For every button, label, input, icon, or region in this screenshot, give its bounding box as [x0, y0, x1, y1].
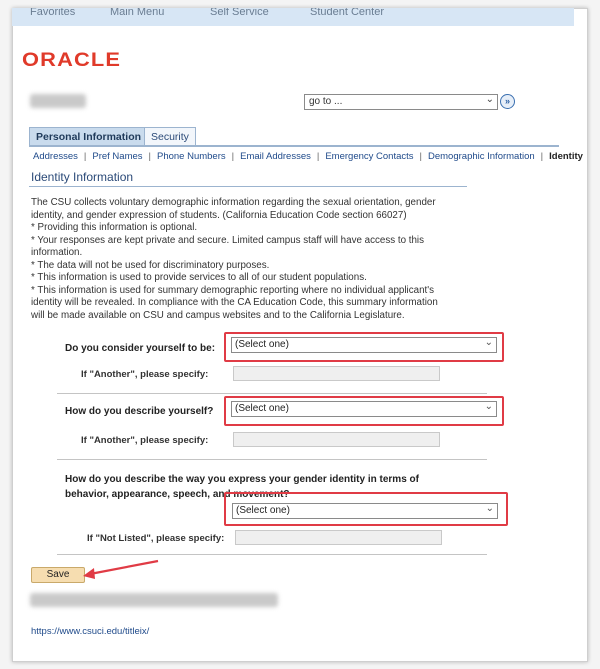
intro-line: * This information is used for summary d… [31, 284, 435, 296]
separator: | [148, 151, 151, 162]
intro-line: * Providing this information is optional… [31, 222, 198, 233]
goto-select-value: go to ... [309, 96, 343, 107]
subnav-identity-current: Identity [549, 151, 583, 162]
tab-security[interactable]: Security [144, 127, 196, 146]
question-1-label: Do you consider yourself to be: [65, 343, 216, 354]
nav-main-menu[interactable]: Main Menu [110, 8, 164, 18]
intro-paragraph: The CSU collects voluntary demographic i… [31, 197, 461, 322]
intro-line: information. [31, 247, 83, 258]
question-divider [57, 393, 487, 394]
question-3-select-value: (Select one) [236, 505, 290, 516]
question-divider [57, 459, 487, 460]
intro-line: * Your responses are kept private and se… [31, 234, 424, 246]
question-2-select-value: (Select one) [235, 403, 289, 414]
question-3-specify-label: If "Not Listed", please specify: [87, 533, 225, 544]
oracle-logo: ORACLE [22, 50, 122, 71]
section-divider [29, 186, 467, 187]
question-3-label-line1: How do you describe the way you express … [65, 474, 419, 485]
subnav-phone-numbers[interactable]: Phone Numbers [157, 151, 226, 162]
question-2-specify-label: If "Another", please specify: [81, 435, 209, 446]
intro-line: The CSU collects voluntary demographic i… [31, 197, 436, 208]
question-1-specify-input[interactable] [233, 366, 440, 381]
question-3-select[interactable]: (Select one) ⌄ [232, 503, 498, 519]
chevron-down-icon: ⌄ [485, 94, 494, 105]
question-3-specify-input[interactable] [235, 530, 442, 545]
intro-line: will be made available on CSU and campus… [31, 309, 405, 321]
section-title: Identity Information [31, 170, 134, 184]
double-chevron-right-icon[interactable]: » [500, 94, 515, 109]
separator: | [419, 151, 422, 162]
redacted-text [30, 593, 278, 607]
question-1-select-value: (Select one) [235, 339, 289, 350]
intro-line: * This information is used to provide se… [31, 272, 367, 283]
subnav-emergency-contacts[interactable]: Emergency Contacts [325, 151, 413, 162]
intro-line: identity will be revealed. In compliance… [31, 297, 438, 308]
separator: | [231, 151, 235, 162]
sub-navigation: Addresses | Pref Names | Phone Numbers | Email… [33, 151, 583, 162]
tab-underline [29, 145, 559, 147]
chevron-down-icon: ⌄ [485, 503, 494, 514]
intro-line: * The data will not be used for discrimi… [31, 259, 270, 271]
separator: | [83, 151, 87, 162]
question-divider [57, 554, 487, 555]
intro-line: identity, and gender expression of stude… [31, 209, 407, 221]
title-ix-link[interactable]: https://www.csuci.edu/titleix/ [31, 626, 149, 637]
top-navigation-bar: Favorites Main Menu Self Service Student… [12, 8, 574, 26]
chevron-down-icon: ⌄ [484, 337, 493, 348]
nav-student-center[interactable]: Student Center [310, 8, 384, 18]
goto-select[interactable]: go to ... ⌄ [304, 94, 498, 110]
question-1-select[interactable]: (Select one) ⌄ [231, 337, 497, 353]
subnav-demographic-information[interactable]: Demographic Information [428, 151, 535, 162]
question-2-specify-input[interactable] [233, 432, 440, 447]
subnav-email-addresses[interactable]: Email Addresses [240, 151, 311, 162]
subnav-addresses[interactable]: Addresses [33, 151, 78, 162]
nav-favorites[interactable]: Favorites [30, 8, 75, 18]
chevron-down-icon: ⌄ [484, 401, 493, 412]
nav-self-service[interactable]: Self Service [210, 8, 269, 18]
question-2-label: How do you describe yourself? [65, 406, 214, 417]
arrow-icon [83, 559, 159, 579]
separator: | [316, 151, 320, 162]
separator: | [540, 151, 544, 162]
redacted-student-name [30, 94, 86, 108]
question-1-specify-label: If "Another", please specify: [81, 369, 209, 380]
tab-personal-information[interactable]: Personal Information [29, 127, 149, 146]
save-button[interactable]: Save [31, 567, 85, 583]
question-2-select[interactable]: (Select one) ⌄ [231, 401, 497, 417]
subnav-pref-names[interactable]: Pref Names [92, 151, 142, 162]
